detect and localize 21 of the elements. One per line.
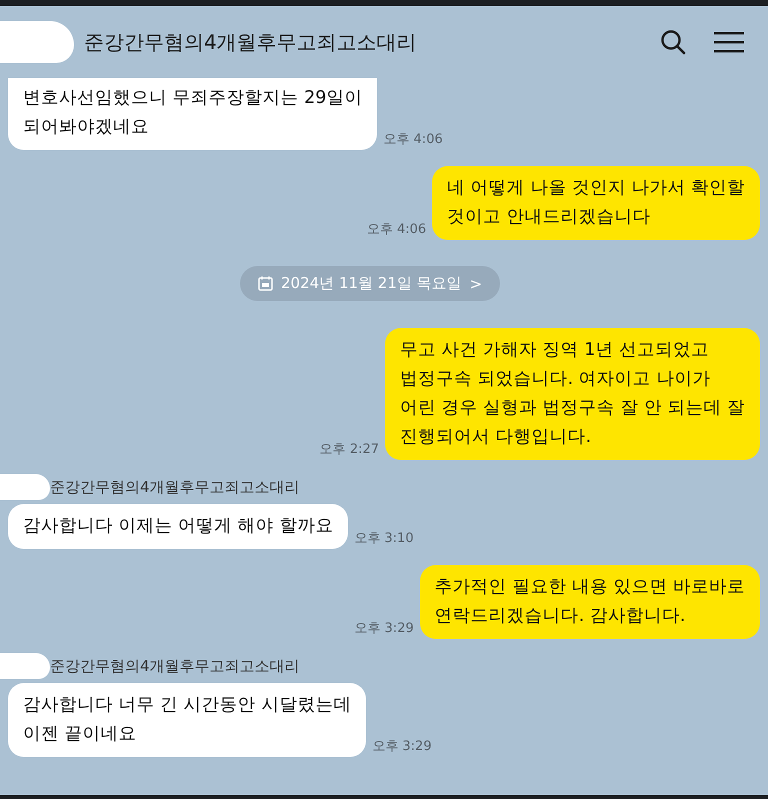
message-time: 오후 3:29 — [372, 738, 432, 755]
menu-icon[interactable] — [714, 31, 744, 53]
message-bubble: 감사합니다 이제는 어떻게 해야 할까요 — [8, 504, 348, 549]
message-time: 오후 2:27 — [320, 441, 380, 458]
sender-name: 준강간무혐의4개월후무고죄고소대리 — [50, 478, 300, 496]
calendar-icon — [258, 276, 273, 291]
message-time: 오후 4:06 — [366, 221, 426, 238]
message-bubble: 변호사선임했으니 무죄주장할지는 29일이 되어봐야겠네요 — [8, 78, 378, 150]
redaction-mark — [0, 474, 50, 500]
sender-name: 준강간무혐의4개월후무고죄고소대리 — [50, 656, 300, 676]
message-time: 오후 3:10 — [354, 530, 414, 547]
chat-title: 준강간무혐의4개월후무고죄고소대리 — [84, 28, 418, 56]
message-bubble: 감사합니다 너무 긴 시간동안 시달렸는데 이젠 끝이네요 — [8, 683, 366, 757]
message-bubble: 추가적인 필요한 내용 있으면 바로바로 연락드리겠습니다. 감사합니다. — [420, 565, 760, 639]
date-divider[interactable]: 2024년 11월 21일 목요일 > — [240, 266, 500, 301]
search-icon[interactable] — [660, 29, 686, 55]
message-bubble: 네 어떻게 나올 것인지 나가서 확인할 것이고 안내드리겠습니다 — [432, 166, 760, 240]
redaction-mark — [0, 653, 50, 679]
message-bubble: 무고 사건 가해자 징역 1년 선고되었고 법정구속 되었습니다. 여자이고 나이가 어린 경우 실형과 법정구속 잘 안 되는데 잘 진행되어서 다행입니다. — [385, 328, 760, 460]
message-time: 오후 4:06 — [383, 131, 443, 148]
message-time: 오후 3:29 — [354, 620, 414, 637]
